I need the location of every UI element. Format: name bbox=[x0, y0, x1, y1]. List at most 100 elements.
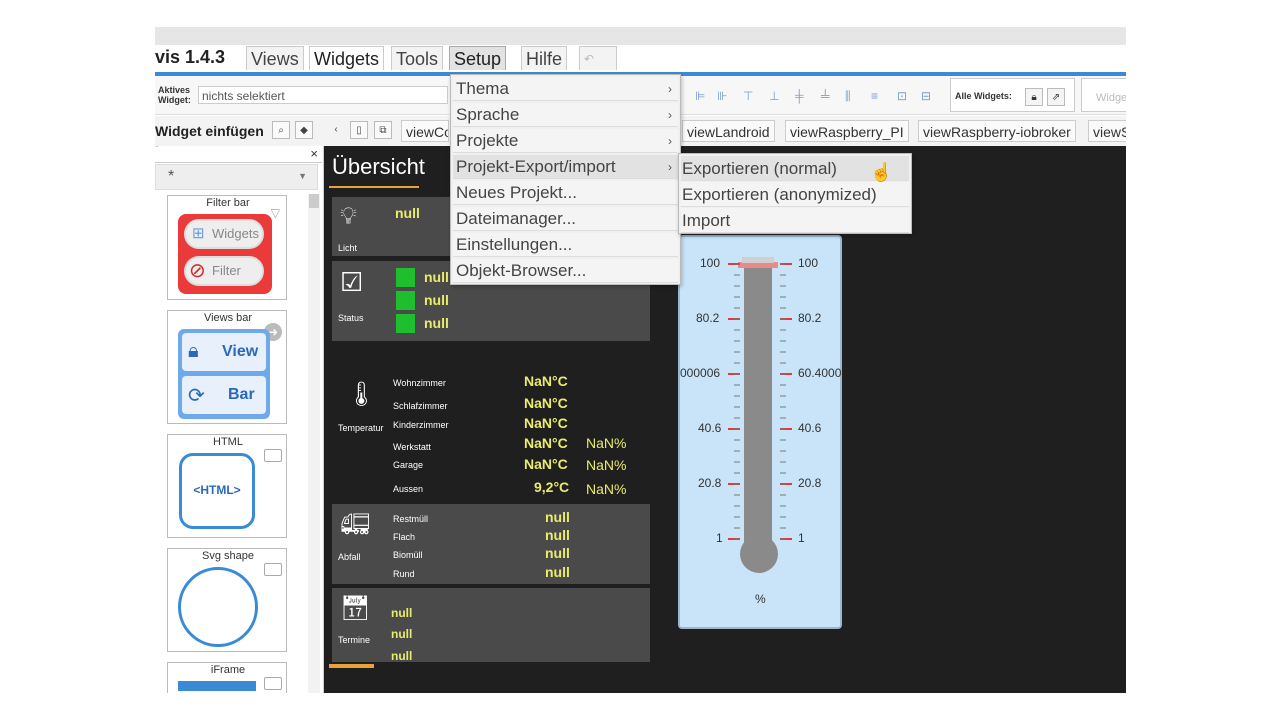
panel-termine[interactable]: 📅︎ Termine null null null bbox=[332, 588, 650, 663]
humidity-value: NaN% bbox=[586, 481, 627, 497]
menu-item-dateimanager[interactable]: Dateimanager... bbox=[453, 207, 678, 231]
menu-setup[interactable]: Setup bbox=[449, 46, 507, 70]
widget-insert-label: Widget einfügen bbox=[155, 123, 264, 139]
menu-item-projekte[interactable]: Projekte › bbox=[453, 129, 678, 153]
close-icon[interactable]: × bbox=[310, 146, 318, 161]
termin-value: null bbox=[391, 627, 413, 641]
same-width-icon[interactable]: ⊡ bbox=[897, 89, 907, 103]
filter-mark: * bbox=[155, 146, 159, 153]
scale-right-label: 20.8 bbox=[798, 476, 822, 490]
lock-icon: 🔒︎ bbox=[188, 340, 199, 362]
distribute-v-icon[interactable]: ≡ bbox=[871, 89, 878, 103]
status-indicator bbox=[396, 291, 415, 310]
status-value: null bbox=[424, 292, 449, 308]
widget-card-svg-shape[interactable]: Svg shape bbox=[167, 548, 287, 652]
view-title: Übersicht bbox=[332, 154, 425, 179]
palette-scroll-thumb[interactable] bbox=[309, 194, 319, 208]
humidity-value: NaN% bbox=[586, 435, 627, 451]
tab-view-co[interactable]: viewCo bbox=[401, 120, 449, 142]
room-label: Kinderzimmer bbox=[393, 420, 449, 430]
bin-label: Rund bbox=[393, 569, 415, 579]
tab-view-raspberry-pi[interactable]: viewRaspberry_PI bbox=[785, 120, 909, 142]
align-top-icon[interactable]: ⊤ bbox=[743, 89, 753, 103]
lock-icon[interactable]: 🔒︎ bbox=[1025, 88, 1043, 106]
grid-icon: ⊞ bbox=[192, 225, 205, 242]
widget-select-button[interactable]: Widge bbox=[1081, 78, 1126, 112]
scale-left-label: 80.2 bbox=[696, 311, 720, 325]
widget-card-views-bar[interactable]: Views bar ➜ 🔒︎ View ⟳ Bar bbox=[167, 310, 287, 424]
filter-icon: ▽ bbox=[270, 206, 280, 220]
status-indicator bbox=[396, 268, 415, 287]
palette-set-value: * bbox=[168, 168, 175, 185]
hand-cursor-icon: ☝ bbox=[870, 162, 893, 182]
tab-view-raspberry-iobroker[interactable]: viewRaspberry-iobroker bbox=[918, 120, 1076, 142]
menu-views[interactable]: Views bbox=[246, 46, 304, 70]
bin-value: null bbox=[545, 545, 570, 561]
menu-item-objekt-browser[interactable]: Objekt-Browser... bbox=[453, 259, 678, 283]
widget-card-html[interactable]: HTML <HTML> bbox=[167, 434, 287, 538]
bin-value: null bbox=[545, 509, 570, 525]
preview-widgets-label: Widgets bbox=[212, 226, 259, 241]
align-left-icon[interactable]: ⊫ bbox=[695, 89, 705, 103]
scale-left-label: 1 bbox=[716, 531, 723, 545]
temp-value: NaN°C bbox=[524, 395, 568, 411]
room-label: Werkstatt bbox=[393, 442, 431, 452]
palette-filter-input[interactable]: * × bbox=[155, 146, 322, 163]
preview-filter-button: ⊘ Filter bbox=[184, 256, 264, 286]
views-bar-preview: 🔒︎ View ⟳ Bar bbox=[178, 329, 270, 419]
undo-icon[interactable]: ↶ bbox=[579, 46, 617, 70]
panel-abfall[interactable]: 🚛︎ Abfall Restmüll Flach Biomüll Rund nu… bbox=[332, 504, 650, 584]
chevron-right-icon: › bbox=[668, 134, 672, 148]
palette-set-select[interactable]: * ▼ bbox=[155, 164, 318, 190]
calendar-icon: 📅︎ bbox=[340, 595, 371, 622]
align-bottom-icon[interactable]: ⊥ bbox=[769, 89, 779, 103]
submenu-label: Import bbox=[682, 211, 731, 230]
copy-icon[interactable]: ⧉ bbox=[374, 121, 392, 139]
temp-value: NaN°C bbox=[524, 435, 568, 451]
status-value: null bbox=[424, 269, 449, 285]
menu-widgets[interactable]: Widgets bbox=[309, 46, 385, 70]
setup-dropdown-menu: Thema › Sprache › Projekte › Projekt-Export… bbox=[450, 74, 681, 285]
menu-item-projekt-export-import[interactable]: Projekt-Export/import › bbox=[453, 155, 678, 179]
menu-item-neues-projekt[interactable]: Neues Projekt... bbox=[453, 181, 678, 205]
submenu-label: Exportieren (anonymized) bbox=[682, 185, 877, 204]
tab-view-s[interactable]: viewS bbox=[1088, 120, 1126, 142]
active-label-line1: Aktives bbox=[158, 85, 191, 95]
external-link-icon[interactable]: ⇗ bbox=[1047, 88, 1065, 106]
tab-view-landroid[interactable]: viewLandroid bbox=[682, 120, 775, 142]
submenu-export-anonymized[interactable]: Exportieren (anonymized) bbox=[681, 182, 909, 207]
palette-scrollbar[interactable] bbox=[308, 194, 320, 693]
search-icon[interactable]: ⌕ bbox=[272, 121, 290, 139]
widget-card-filter-bar[interactable]: Filter bar ▽ ⊞ Widgets ⊘ Filter bbox=[167, 195, 287, 300]
bin-value: null bbox=[545, 564, 570, 580]
menu-item-sprache[interactable]: Sprache › bbox=[453, 103, 678, 127]
menu-bar: vis 1.4.3 Views Widgets Tools Setup Hilf… bbox=[155, 45, 1126, 76]
align-hcenter-icon[interactable]: ╪ bbox=[795, 89, 804, 103]
eraser-icon[interactable]: ◆ bbox=[295, 121, 313, 139]
bin-value: null bbox=[545, 527, 570, 543]
termin-value: null bbox=[391, 649, 413, 663]
chevron-left-icon[interactable]: ‹ bbox=[327, 121, 345, 139]
distribute-h-icon[interactable]: ⫼ bbox=[845, 89, 851, 104]
trash-icon[interactable]: ▯ bbox=[350, 121, 368, 139]
active-widget-field[interactable]: nichts selektiert bbox=[198, 86, 448, 104]
submenu-import[interactable]: Import bbox=[681, 208, 909, 233]
all-widgets-group: Alle Widgets: 🔒︎ ⇗ bbox=[950, 78, 1075, 112]
thermometer-widget[interactable]: 100 80.2 000006 40.6 20.8 1 100 80.2 60.… bbox=[678, 235, 842, 629]
image-icon bbox=[264, 563, 282, 576]
menu-tools[interactable]: Tools bbox=[391, 46, 444, 70]
menu-item-thema[interactable]: Thema › bbox=[453, 77, 678, 101]
menu-item-einstellungen[interactable]: Einstellungen... bbox=[453, 233, 678, 257]
menu-item-label: Projekte bbox=[456, 131, 519, 150]
align-vcenter-icon[interactable]: ╧ bbox=[821, 89, 830, 103]
submenu-label: Exportieren (normal) bbox=[682, 159, 837, 178]
same-height-icon[interactable]: ⊟ bbox=[921, 89, 931, 103]
menu-item-label: Dateimanager... bbox=[456, 209, 577, 228]
temp-value: NaN°C bbox=[524, 456, 568, 472]
widget-card-iframe[interactable]: iFrame bbox=[167, 662, 287, 693]
lightbulb-icon: 💡︎ bbox=[340, 203, 357, 230]
align-right-icon[interactable]: ⊪ bbox=[717, 89, 727, 103]
room-label: Garage bbox=[393, 460, 424, 470]
menu-hilfe[interactable]: Hilfe bbox=[521, 46, 568, 70]
garbage-truck-icon: 🚛︎ bbox=[340, 511, 371, 538]
